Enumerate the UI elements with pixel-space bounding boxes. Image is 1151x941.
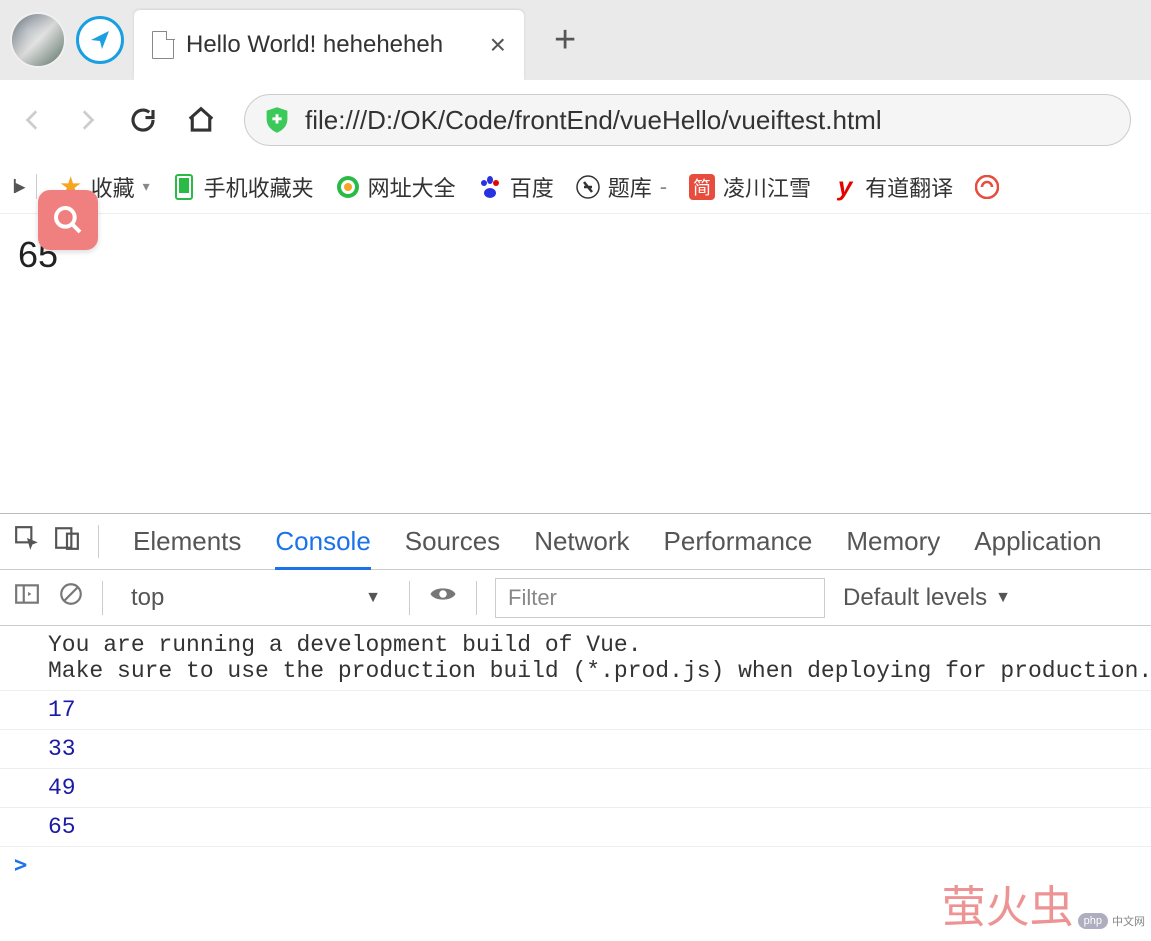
console-sidebar-toggle[interactable] [14,581,40,614]
close-tab-button[interactable]: × [490,31,506,59]
filter-placeholder: Filter [508,585,557,611]
youdao-icon: y [833,175,857,199]
devtools-tab-memory[interactable]: Memory [846,514,940,569]
bookmark-label: 网址大全 [368,171,456,203]
console-message: You are running a development build of V… [0,626,1151,691]
console-message: 49 [0,769,1151,808]
chevron-down-icon: ▼ [995,589,1011,607]
console-message: 17 [0,691,1151,730]
refresh-icon [128,105,158,135]
more-icon [975,175,999,199]
paper-plane-icon [88,28,112,52]
bookmark-tiku[interactable]: 题库 - [576,171,667,203]
tab-title: Hello World! heheheheh [186,31,478,59]
bookmark-label: 手机收藏夹 [204,171,314,203]
devtools-panel: Elements Console Sources Network Perform… [0,513,1151,941]
bookmark-youdao[interactable]: y 有道翻译 [833,171,953,203]
bookmarks-bar: I▸ ★ 收藏 ▾ 手机收藏夹 网址大全 百度 题库 - 简 凌川江雪 y 有道… [0,160,1151,214]
bookmark-mobile-favorites[interactable]: 手机收藏夹 [172,171,314,203]
bookmark-label: 有道翻译 [865,171,953,203]
device-toggle-button[interactable] [54,525,80,558]
site-360-icon [336,175,360,199]
bookmark-label: 凌川江雪 [723,171,811,203]
prompt-chevron-icon: > [14,853,27,878]
chevron-right-icon [74,107,100,133]
levels-label: Default levels [843,584,987,612]
search-overlay-button[interactable] [38,190,98,250]
tiku-icon [576,175,600,199]
bookmark-baidu[interactable]: 百度 [478,171,554,203]
inspect-element-button[interactable] [14,525,40,558]
url-field[interactable]: file:///D:/OK/Code/frontEnd/vueHello/vue… [244,94,1131,146]
profile-avatar[interactable] [10,12,66,68]
clear-icon [58,581,84,607]
url-text: file:///D:/OK/Code/frontEnd/vueHello/vue… [305,105,882,136]
forward-button[interactable] [74,107,100,133]
devtools-tab-application[interactable]: Application [974,514,1101,569]
console-levels-select[interactable]: Default levels ▼ [843,584,1011,612]
chevron-down-icon: ▼ [365,589,381,607]
bookmark-more[interactable] [975,175,999,199]
security-shield-icon [263,105,291,135]
page-display-text: 65 [18,234,1133,276]
context-label: top [131,584,164,612]
devtools-tab-sources[interactable]: Sources [405,514,500,569]
bookmark-label: 百度 [510,171,554,203]
console-output: You are running a development build of V… [0,626,1151,941]
mobile-icon [172,175,196,199]
bookmarks-toggle[interactable]: I▸ [12,174,37,199]
bookmark-label: 题库 [608,171,652,203]
eye-icon [428,579,458,609]
console-message: 33 [0,730,1151,769]
back-button[interactable] [20,107,46,133]
live-expression-button[interactable] [428,579,458,616]
device-icon [54,525,80,551]
navigate-icon-button[interactable] [76,16,124,64]
active-tab[interactable]: Hello World! heheheheh × [134,10,524,80]
address-bar: file:///D:/OK/Code/frontEnd/vueHello/vue… [0,80,1151,160]
console-context-select[interactable]: top ▼ [121,578,391,618]
baidu-icon [478,175,502,199]
console-prompt[interactable]: > [0,847,1151,884]
chevron-down-icon: ▾ [143,178,150,195]
browser-tab-bar: Hello World! heheheheh × + [0,0,1151,80]
devtools-tab-elements[interactable]: Elements [133,514,241,569]
search-icon [52,204,84,236]
bookmark-url-list[interactable]: 网址大全 [336,171,456,203]
devtools-tab-bar: Elements Console Sources Network Perform… [0,514,1151,570]
sidebar-icon [14,581,40,607]
home-button[interactable] [186,105,216,135]
devtools-tab-performance[interactable]: Performance [664,514,813,569]
chevron-left-icon [20,107,46,133]
home-icon [186,105,216,135]
jian-icon: 简 [689,174,715,200]
bookmark-lingchuan[interactable]: 简 凌川江雪 [689,171,811,203]
page-content: 65 [0,214,1151,513]
console-filter-input[interactable]: Filter [495,578,825,618]
page-doc-icon [152,31,174,59]
clear-console-button[interactable] [58,581,84,614]
console-toolbar: top ▼ Filter Default levels ▼ [0,570,1151,626]
devtools-tab-console[interactable]: Console [275,514,370,570]
console-message: 65 [0,808,1151,847]
devtools-tab-network[interactable]: Network [534,514,629,569]
new-tab-button[interactable]: + [554,21,576,59]
inspect-icon [14,525,40,551]
refresh-button[interactable] [128,105,158,135]
